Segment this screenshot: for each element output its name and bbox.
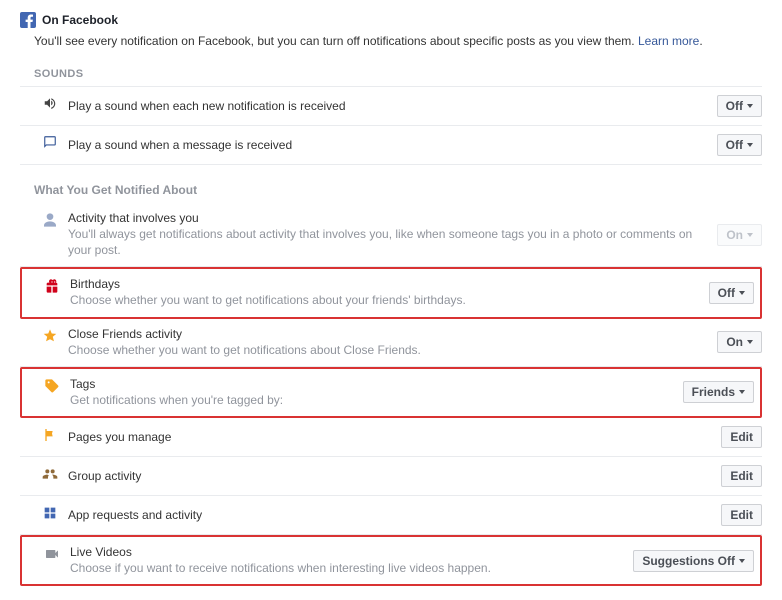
birthdays-row: Birthdays Choose whether you want to get… [22,271,760,314]
apps-row: App requests and activity Edit [20,496,762,535]
activity-row: Activity that involves you You'll always… [20,203,762,267]
live-dropdown[interactable]: Suggestions Off [633,550,754,572]
tags-dropdown[interactable]: Friends [683,381,754,403]
birthdays-toggle[interactable]: Off [709,282,754,304]
caret-down-icon [739,559,745,563]
activity-desc: You'll always get notifications about ac… [68,226,707,258]
caret-down-icon [747,233,753,237]
button-label: Edit [730,508,753,522]
button-label: Edit [730,469,753,483]
flag-icon [40,426,60,443]
apps-title: App requests and activity [68,508,711,522]
sounds-section-label: SOUNDS [20,62,762,87]
sound-message-toggle[interactable]: Off [717,134,762,156]
toggle-label: On [726,335,743,349]
tags-title: Tags [70,377,673,391]
sound-notification-toggle[interactable]: Off [717,95,762,117]
gift-icon [42,277,62,294]
live-desc: Choose if you want to receive notificati… [70,560,623,576]
dropdown-label: Friends [692,385,735,399]
groups-edit-button[interactable]: Edit [721,465,762,487]
sound-message-title: Play a sound when a message is received [68,138,707,152]
toggle-label: Off [726,99,743,113]
live-row: Live Videos Choose if you want to receiv… [22,539,760,582]
tags-desc: Get notifications when you're tagged by: [70,392,673,408]
apps-edit-button[interactable]: Edit [721,504,762,526]
learn-more-link[interactable]: Learn more [638,34,699,48]
facebook-icon [20,12,36,28]
tags-highlight: Tags Get notifications when you're tagge… [20,367,762,418]
dropdown-label: Suggestions Off [642,554,735,568]
close-friends-title: Close Friends activity [68,327,707,341]
intro-text-content: You'll see every notification on Faceboo… [34,34,638,48]
star-icon [40,327,60,344]
tags-row: Tags Get notifications when you're tagge… [22,371,760,414]
birthdays-highlight: Birthdays Choose whether you want to get… [20,267,762,318]
caret-down-icon [747,340,753,344]
page-title: On Facebook [42,13,118,27]
video-icon [42,545,62,562]
birthdays-desc: Choose whether you want to get notificat… [70,292,699,308]
speaker-icon [40,95,60,110]
birthdays-title: Birthdays [70,277,699,291]
caret-down-icon [739,390,745,394]
caret-down-icon [739,291,745,295]
sound-message-row: Play a sound when a message is received … [20,126,762,165]
close-friends-row: Close Friends activity Choose whether yo… [20,319,762,367]
apps-icon [40,504,60,521]
message-icon [40,134,60,149]
person-icon [40,211,60,228]
group-icon [40,465,60,482]
close-friends-desc: Choose whether you want to get notificat… [68,342,707,358]
caret-down-icon [747,104,753,108]
live-highlight: Live Videos Choose if you want to receiv… [20,535,762,586]
caret-down-icon [747,143,753,147]
toggle-label: Off [718,286,735,300]
activity-title: Activity that involves you [68,211,707,225]
pages-row: Pages you manage Edit [20,418,762,457]
sound-notification-title: Play a sound when each new notification … [68,99,707,113]
activity-toggle: On [717,224,762,246]
groups-title: Group activity [68,469,711,483]
notify-section-label: What You Get Notified About [20,165,762,203]
groups-row: Group activity Edit [20,457,762,496]
button-label: Edit [730,430,753,444]
sound-notification-row: Play a sound when each new notification … [20,87,762,126]
toggle-label: On [726,228,743,242]
intro-text: You'll see every notification on Faceboo… [34,34,762,48]
pages-title: Pages you manage [68,430,711,444]
close-friends-toggle[interactable]: On [717,331,762,353]
tag-icon [42,377,62,394]
pages-edit-button[interactable]: Edit [721,426,762,448]
live-title: Live Videos [70,545,623,559]
toggle-label: Off [726,138,743,152]
